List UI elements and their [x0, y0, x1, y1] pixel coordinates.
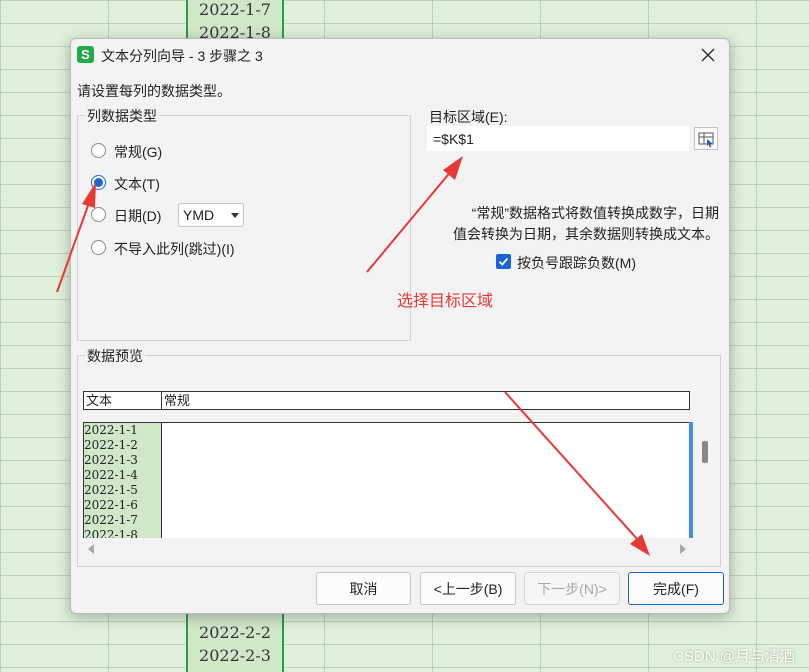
chevron-down-icon [231, 213, 239, 218]
dialog-titlebar: S 文本分列向导 - 3 步骤之 3 [71, 39, 729, 71]
target-range-input[interactable] [427, 126, 689, 151]
finish-button[interactable]: 完成(F) [628, 572, 724, 605]
text-to-columns-dialog: S 文本分列向导 - 3 步骤之 3 请设置每列的数据类型。 列数据类型 常规(… [70, 38, 730, 614]
radio-general-label[interactable]: 常规(G) [114, 142, 162, 162]
radio-date-label[interactable]: 日期(D) [114, 206, 161, 226]
cancel-button[interactable]: 取消 [316, 572, 411, 605]
radio-skip-label[interactable]: 不导入此列(跳过)(I) [114, 239, 235, 259]
checkmark-icon [498, 257, 509, 266]
preview-header-row: 文本 常规 [83, 391, 690, 410]
target-range-label: 目标区域(E): [429, 109, 508, 125]
preview-header-cell[interactable]: 常规 [162, 392, 190, 409]
preview-row: 2022-1-2 [84, 438, 138, 452]
close-icon [701, 48, 715, 62]
negative-tracking-checkbox[interactable] [496, 254, 511, 269]
preview-grid[interactable]: 2022-1-1 2022-1-2 2022-1-3 2022-1-4 2022… [83, 422, 690, 538]
watermark: CSDN @月与清酒 [673, 648, 795, 665]
preview-row: 2022-1-3 [84, 453, 138, 467]
preview-row: 2022-1-1 [84, 423, 138, 437]
sheet-cell: 2022-1-7 [199, 0, 271, 19]
preview-selected-column[interactable]: 2022-1-1 2022-1-2 2022-1-3 2022-1-4 2022… [84, 423, 162, 538]
radio-general[interactable] [91, 143, 106, 158]
preview-header-cell[interactable]: 文本 [84, 392, 112, 409]
preview-row: 2022-1-6 [84, 498, 138, 512]
back-button[interactable]: <上一步(B) [420, 572, 516, 605]
preview-row: 2022-1-4 [84, 468, 138, 482]
range-picker-button[interactable] [694, 127, 718, 150]
dialog-prompt: 请设置每列的数据类型。 [77, 83, 231, 99]
preview-row: 2022-1-5 [84, 483, 138, 497]
close-button[interactable] [695, 42, 721, 68]
scroll-left-arrow-icon[interactable] [88, 544, 94, 554]
preview-selection-edge [689, 422, 693, 538]
format-info-line: “常规”数据格式将数值转换成数字，日期 [471, 205, 719, 221]
sheet-cell: 2022-2-3 [199, 646, 271, 665]
format-info-line: 值会转换为日期，其余数据则转换成文本。 [453, 226, 719, 242]
format-info-text: “常规”数据格式将数值转换成数字，日期 值会转换为日期，其余数据则转换成文本。 [427, 203, 719, 245]
radio-date[interactable] [91, 207, 106, 222]
vertical-scrollbar-thumb[interactable] [702, 441, 708, 463]
range-select-icon [698, 132, 714, 148]
data-preview-legend: 数据预览 [85, 346, 145, 366]
scroll-right-arrow-icon[interactable] [680, 544, 686, 554]
date-format-value: YMD [183, 207, 215, 223]
sheet-cell: 2022-2-2 [199, 623, 271, 642]
negative-tracking-label[interactable]: 按负号跟踪负数(M) [517, 253, 636, 273]
preview-row: 2022-1-7 [84, 513, 138, 527]
dialog-title: 文本分列向导 - 3 步骤之 3 [101, 48, 263, 64]
radio-text[interactable] [91, 175, 106, 190]
radio-skip[interactable] [91, 240, 106, 255]
radio-text-label[interactable]: 文本(T) [114, 174, 160, 194]
preview-row: 2022-1-8 [84, 528, 138, 538]
date-format-select[interactable]: YMD [178, 203, 244, 227]
column-type-legend: 列数据类型 [85, 106, 159, 126]
app-logo-icon: S [77, 46, 94, 63]
annotation-text: 选择目标区域 [397, 293, 494, 310]
next-button[interactable]: 下一步(N)> [524, 572, 620, 605]
